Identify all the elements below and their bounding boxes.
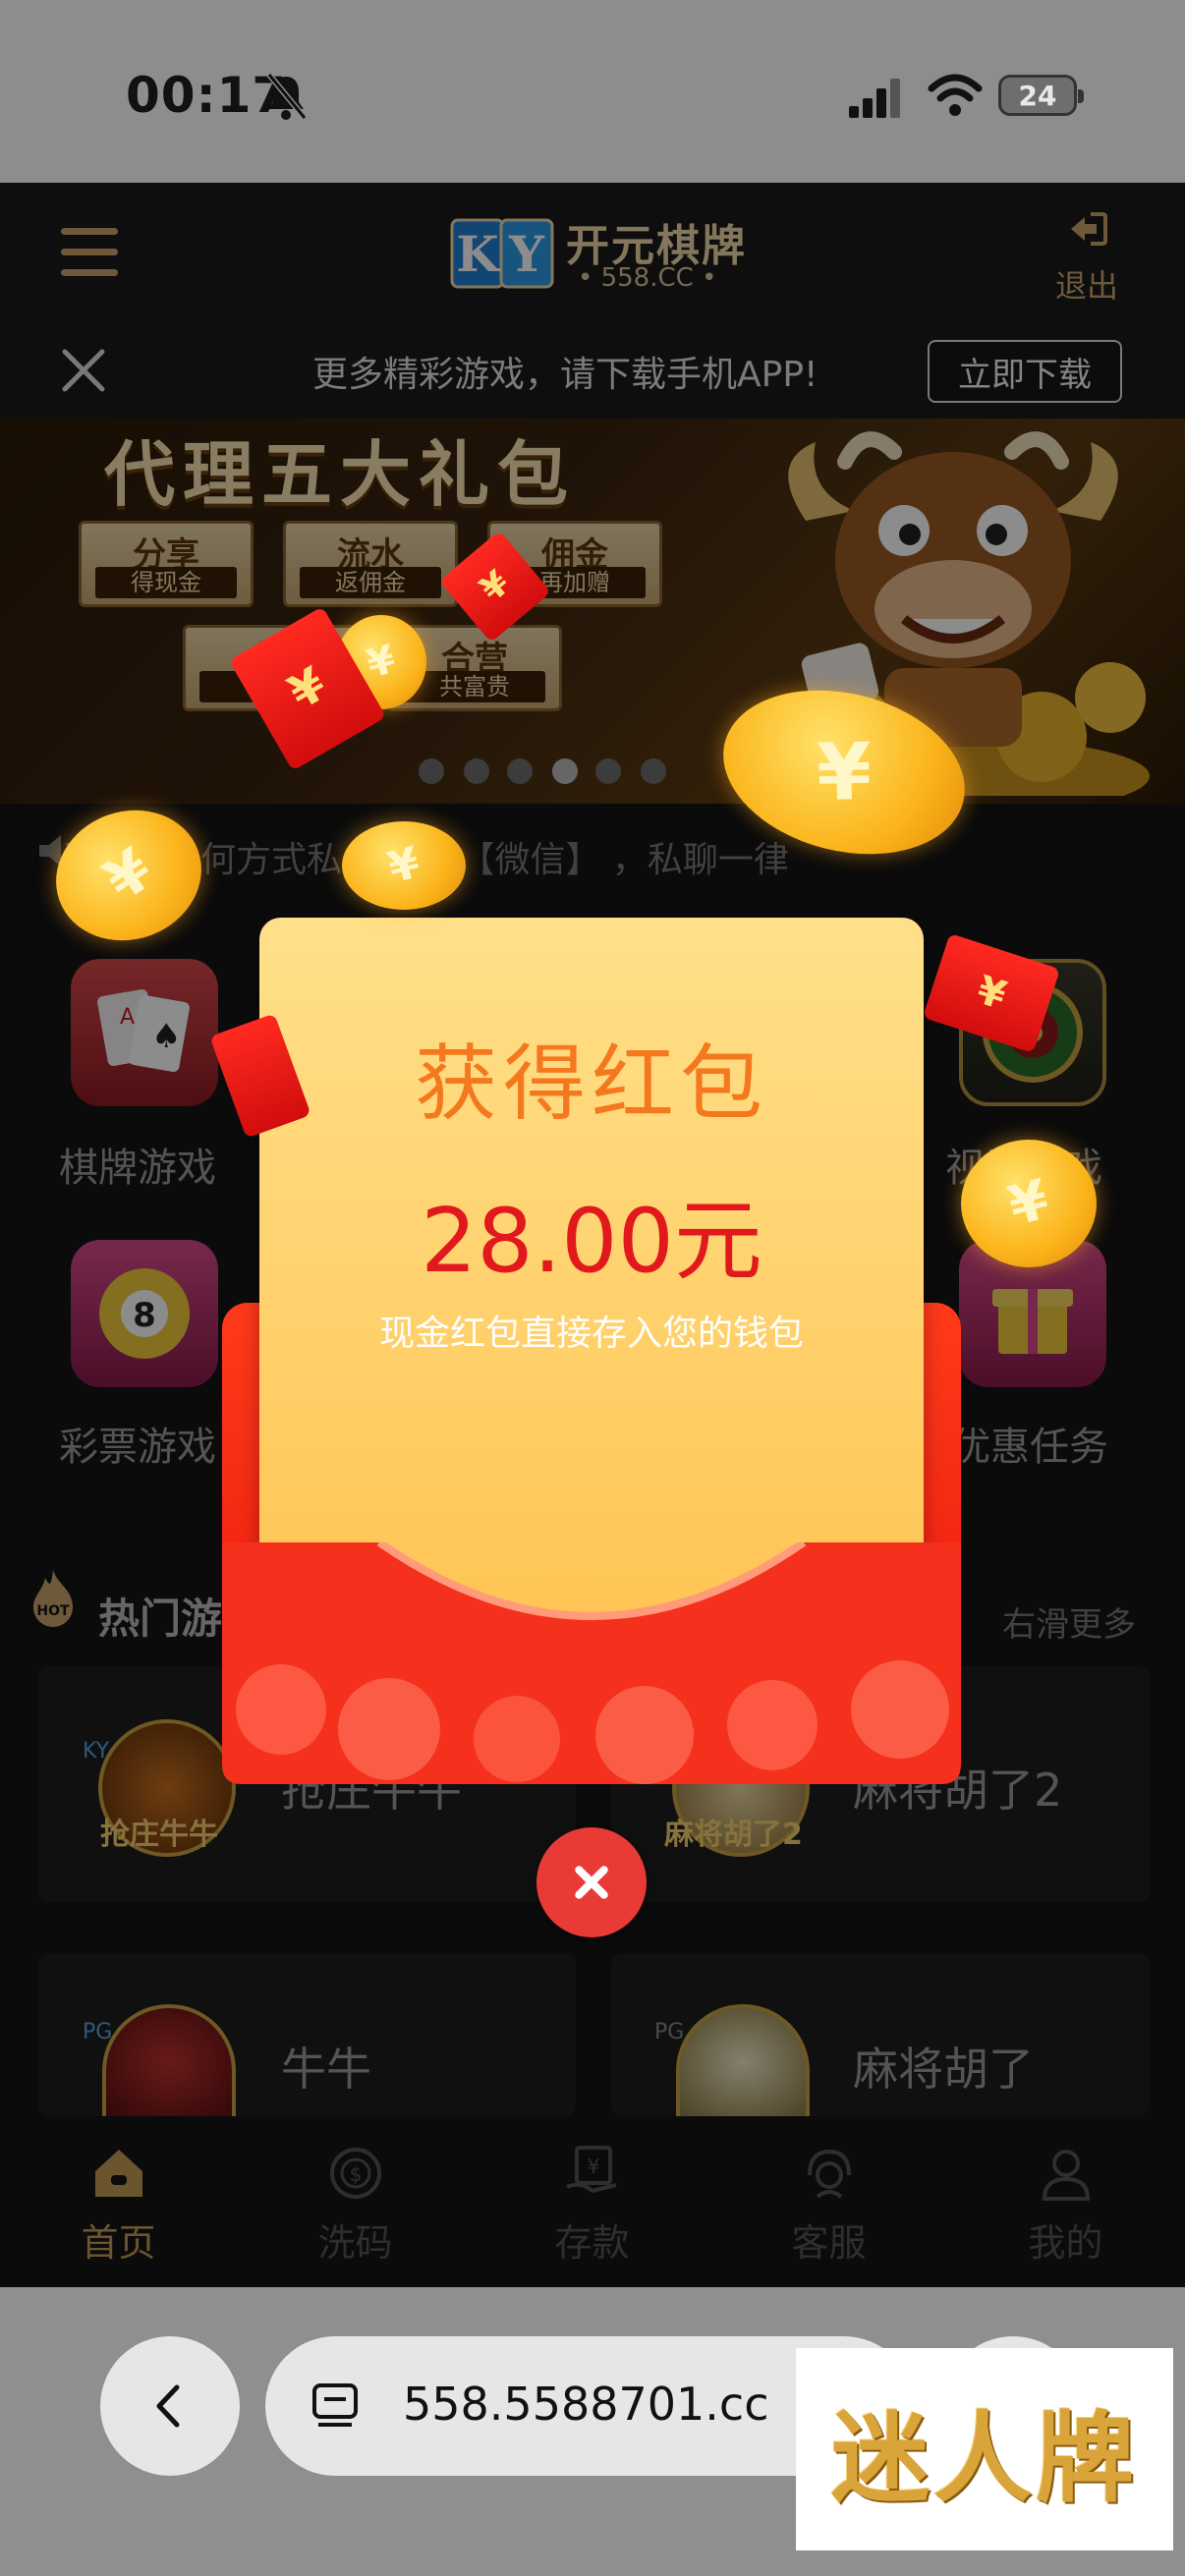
watermark: 迷人牌 [796, 2348, 1173, 2550]
modal-title: 获得红包 [414, 1036, 768, 1132]
close-modal-button[interactable] [536, 1827, 647, 1937]
back-button[interactable] [100, 2336, 240, 2476]
reward-amount: 28.00元 [421, 1190, 762, 1293]
chevron-left-icon [156, 2384, 180, 2428]
signal-icon [849, 79, 900, 118]
url-text[interactable]: 558.5588701.cc [403, 2378, 769, 2431]
gold-coin-icon: ¥ [961, 1140, 1097, 1267]
reward-note: 现金红包直接存入您的钱包 [378, 1314, 804, 1354]
gold-coin-icon: ¥ [342, 821, 466, 910]
wifi-icon [928, 74, 983, 116]
page-settings-icon[interactable] [310, 2381, 360, 2433]
red-packet-front [222, 1542, 961, 1784]
battery-indicator: 24 [998, 75, 1084, 116]
bell-muted-icon [266, 73, 308, 120]
